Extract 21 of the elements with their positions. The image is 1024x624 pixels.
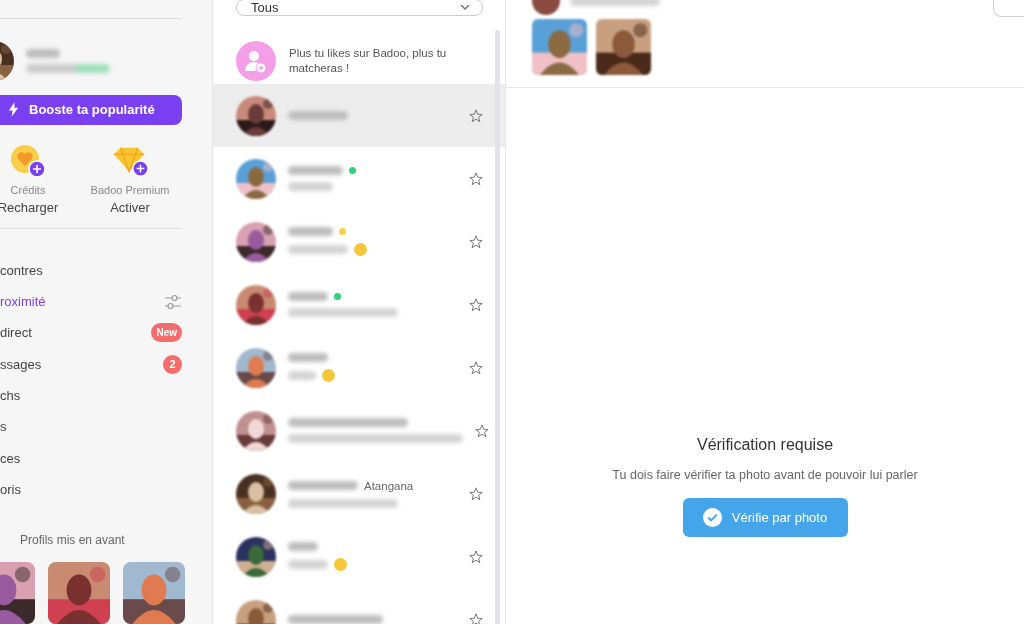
wallet-title: Crédits <box>10 183 46 196</box>
wallet-title: Badoo Premium <box>90 183 170 196</box>
wallet-action[interactable]: Activer <box>110 199 150 215</box>
menu-item[interactable]: ssages <box>0 356 42 372</box>
menu-item[interactable]: chs <box>0 387 21 403</box>
notice-text: Tu dois faire vérifier ta photo avant de pouvoir lui parler <box>611 467 919 484</box>
boost-button[interactable]: Booste ta popularité <box>0 95 182 125</box>
notice-title: Vérification requise <box>696 436 834 454</box>
menu-item[interactable]: ces <box>0 450 21 466</box>
menu-item[interactable]: roximité <box>0 294 46 310</box>
menu-item[interactable]: contres <box>0 262 43 278</box>
count-badge: New <box>151 323 182 343</box>
menu-item[interactable]: s <box>0 419 7 435</box>
count-badge: 2 <box>163 354 182 374</box>
section-title: Profils mis en avant <box>20 533 126 547</box>
promo-text: Plus tu likes sur Badoo, plus tu matcheras ! <box>289 45 448 76</box>
filter-dropdown[interactable]: Tous <box>236 0 483 16</box>
conversation-row[interactable]: Atangana <box>213 462 505 525</box>
menu-item[interactable]: direct <box>0 325 32 341</box>
contact-name: Atangana <box>364 479 414 492</box>
menu-item[interactable]: oris <box>0 481 21 497</box>
